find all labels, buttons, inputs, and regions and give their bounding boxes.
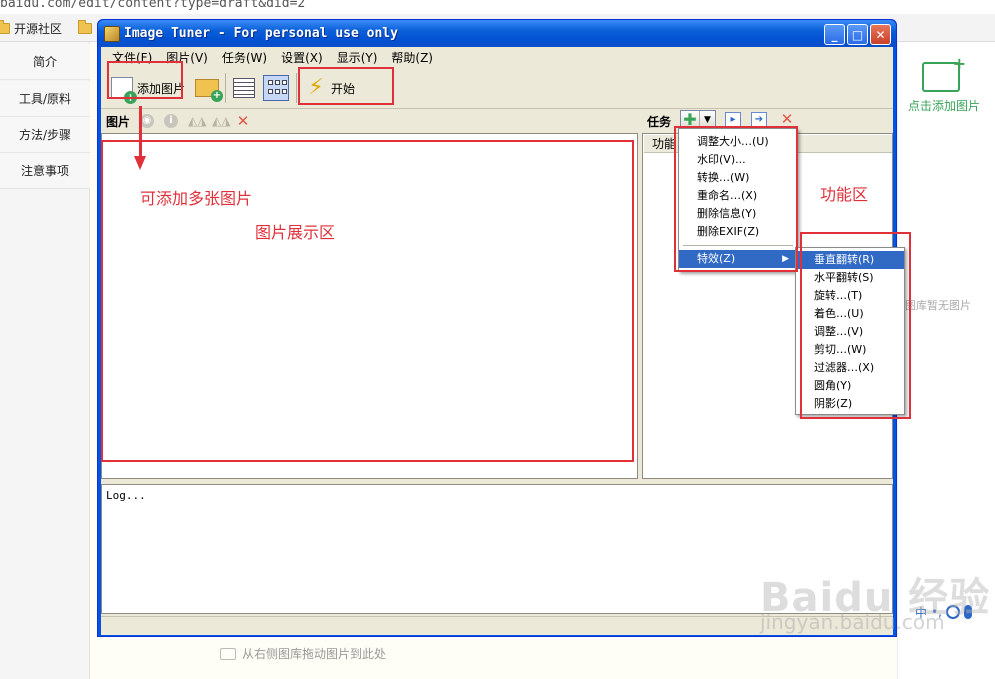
- thumbnail-view-button[interactable]: [259, 71, 293, 105]
- toolbar-divider: [296, 73, 297, 103]
- tasks-label: 任务: [647, 114, 672, 129]
- address-bar[interactable]: baidu.com/edit/content?type=draft&did=2: [0, 0, 995, 14]
- maximize-button[interactable]: □: [847, 24, 868, 45]
- info-icon[interactable]: i: [164, 114, 179, 128]
- annotation-function-area: 功能区: [820, 185, 869, 204]
- thumbnail-view-icon: [263, 75, 289, 101]
- close-button[interactable]: ✕: [870, 24, 891, 45]
- no-pictures-text: 图库暂无图片: [905, 299, 971, 312]
- window-title: Image Tuner - For personal use only: [124, 26, 398, 41]
- nav-item-intro[interactable]: 简介: [0, 44, 90, 80]
- log-text: Log...: [106, 489, 146, 502]
- annotation-box-effects-menu: [800, 232, 911, 419]
- annotation-box-add-pictures: [107, 61, 183, 99]
- add-folder-button[interactable]: [191, 71, 223, 105]
- menu-settings[interactable]: 设置(X): [274, 49, 330, 66]
- menu-help[interactable]: 帮助(Z): [384, 49, 440, 66]
- bookmark-folder-2[interactable]: [78, 19, 92, 37]
- nav-item-tools[interactable]: 工具/原料: [0, 81, 90, 117]
- drag-hint-text: 从右侧图库拖动图片到此处: [242, 647, 387, 661]
- preview-eye-icon[interactable]: ◉: [140, 114, 155, 128]
- menu-view[interactable]: 显示(Y): [330, 49, 385, 66]
- menu-bar: 文件(F) 图片(V) 任务(W) 设置(X) 显示(Y) 帮助(Z): [101, 47, 893, 67]
- title-bar[interactable]: Image Tuner - For personal use only _ □ …: [98, 20, 896, 47]
- add-folder-icon: [195, 79, 223, 102]
- toolbar: 添加图片 ⚡ 开始: [101, 67, 893, 109]
- bookmark-label: 开源社区: [14, 21, 63, 36]
- annotation-arrow: [139, 106, 142, 158]
- picture-icon: [220, 647, 236, 660]
- pictures-label: 图片: [106, 114, 131, 129]
- annotation-multi-add: 可添加多张图片: [140, 189, 253, 208]
- nav-item-notes[interactable]: 注意事项: [0, 153, 90, 189]
- add-picture-icon[interactable]: [922, 54, 966, 92]
- folder-icon: [78, 19, 92, 34]
- toolbar-divider: [225, 73, 226, 103]
- url-text: baidu.com/edit/content?type=draft&did=2: [0, 0, 306, 11]
- list-view-icon: [233, 78, 255, 98]
- annotation-display-area: 图片展示区: [255, 223, 336, 242]
- annotation-arrow-head: [134, 156, 146, 170]
- menu-task[interactable]: 任务(W): [215, 49, 274, 66]
- annotation-box-start: [298, 67, 394, 105]
- annotation-box-task-menu: [674, 126, 798, 272]
- flip-vertical-icon[interactable]: ◭◮: [212, 114, 230, 128]
- tasks-panel-header: 任务: [647, 110, 671, 132]
- pictures-panel-header: 图片 ◉ i ◭◮ ◭◮ ✕: [106, 110, 250, 132]
- watermark-url: jingyan.baidu.com: [760, 610, 945, 634]
- drag-hint: 从右侧图库拖动图片到此处: [220, 645, 386, 662]
- remove-picture-icon[interactable]: ✕: [236, 114, 250, 129]
- minimize-button[interactable]: _: [824, 24, 845, 45]
- list-view-button[interactable]: [229, 71, 259, 105]
- add-picture-link[interactable]: 点击添加图片: [908, 97, 980, 114]
- folder-icon: [0, 19, 10, 34]
- nav-item-steps[interactable]: 方法/步骤: [0, 117, 90, 153]
- app-icon[interactable]: [104, 26, 120, 42]
- left-nav: 简介 工具/原料 方法/步骤 注意事项: [0, 42, 90, 679]
- bookmark-folder[interactable]: 开源社区: [0, 19, 62, 37]
- flip-horizontal-icon[interactable]: ◭◮: [188, 114, 206, 128]
